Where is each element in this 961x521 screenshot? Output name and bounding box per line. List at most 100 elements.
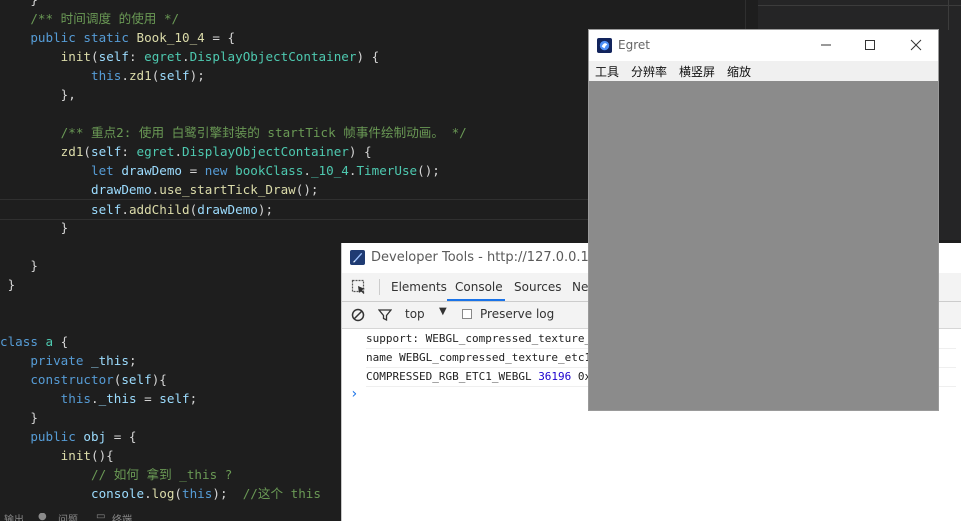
code-token: drawDemo — [91, 182, 152, 197]
code-token: . — [144, 486, 152, 501]
terminal-icon: ▭ — [96, 513, 106, 521]
code-token: init — [60, 49, 92, 64]
code-token: /** 重点2: 使用 白鹭引擎封装的 startTick 帧事件绘制动画。 *… — [0, 125, 467, 140]
menu-zoom[interactable]: 缩放 — [727, 63, 751, 80]
code-token: egret — [136, 144, 175, 159]
code-token: bookClass — [235, 163, 304, 178]
code-token: . — [91, 391, 99, 406]
code-token: constructor — [30, 372, 114, 387]
code-token: . — [303, 163, 311, 178]
code-token: use_startTick_Draw — [159, 182, 296, 197]
code-token: . — [121, 202, 129, 217]
tab-console[interactable]: Console — [455, 280, 503, 294]
code-token: private — [30, 353, 92, 368]
code-token: DisplayObjectContainer — [189, 49, 357, 64]
code-token: ){ — [151, 372, 167, 387]
code-token: TimerUse — [356, 163, 418, 178]
code-token: a — [45, 334, 54, 349]
code-token: //这个 this — [242, 486, 321, 501]
code-token: : — [121, 144, 137, 159]
preserve-log-checkbox[interactable] — [462, 309, 472, 319]
code-token: self — [121, 372, 152, 387]
code-token: } — [0, 277, 16, 292]
code-token: ); — [212, 486, 243, 501]
code-token: _this — [98, 391, 137, 406]
code-token: ) { — [348, 144, 372, 159]
code-token: new — [204, 163, 236, 178]
context-dropdown-icon[interactable]: ▼ — [439, 306, 447, 317]
egret-menubar: 工具 分辨率 横竖屏 缩放 — [589, 61, 938, 81]
problems-tab[interactable]: 问题 — [58, 513, 78, 521]
code-token: let — [91, 163, 122, 178]
devtools-title: Developer Tools - http://127.0.0.1:563 — [371, 250, 619, 265]
code-token: = { — [106, 429, 137, 444]
code-token: . — [121, 68, 129, 83]
code-token: = { — [204, 30, 236, 45]
code-token: { — [53, 334, 69, 349]
tab-elements[interactable]: Elements — [391, 280, 447, 294]
code-token: : — [128, 49, 145, 64]
code-token: = — [136, 391, 160, 406]
code-token: ; — [128, 353, 137, 368]
close-button[interactable] — [907, 36, 925, 54]
menu-resolution[interactable]: 分辨率 — [631, 63, 667, 80]
code-token: } — [0, 220, 69, 235]
egret-logo-icon — [597, 38, 612, 53]
code-token: (); — [417, 163, 440, 178]
code-token: ) { — [356, 49, 380, 64]
code-token: self — [159, 68, 190, 83]
code-token: this — [60, 391, 92, 406]
code-token: ( — [83, 144, 92, 159]
code-token: _10_4 — [310, 163, 349, 178]
code-line[interactable]: /** 时间调度 的使用 */ — [0, 9, 745, 28]
tab-sources[interactable]: Sources — [514, 280, 561, 294]
code-token: self — [98, 49, 129, 64]
code-token: DisplayObjectContainer — [182, 144, 349, 159]
preserve-log-label: Preserve log — [480, 307, 555, 321]
code-token: egret — [144, 49, 183, 64]
menu-tools[interactable]: 工具 — [595, 63, 619, 80]
terminal-tab[interactable]: 终端 — [112, 513, 132, 521]
code-token: log — [151, 486, 175, 501]
code-token: ( — [174, 486, 183, 501]
output-tab[interactable]: 输出 — [4, 513, 24, 521]
code-token: self — [91, 202, 122, 217]
code-token: this — [91, 68, 122, 83]
code-token: class — [0, 334, 46, 349]
code-token: ; — [189, 391, 198, 406]
code-token: Book_10_4 — [136, 30, 205, 45]
maximize-button[interactable] — [861, 36, 879, 54]
clear-console-icon[interactable] — [351, 308, 365, 322]
code-token: . — [174, 144, 183, 159]
code-token: drawDemo — [197, 202, 258, 217]
code-token: = — [182, 163, 205, 178]
menu-orientation[interactable]: 横竖屏 — [679, 63, 715, 80]
context-selector[interactable]: top — [405, 307, 425, 321]
egret-titlebar[interactable]: Egret — [589, 30, 938, 61]
console-prompt[interactable]: › — [350, 385, 358, 404]
code-token: . — [182, 49, 190, 64]
code-token: (); — [295, 182, 319, 197]
code-token: self — [159, 391, 190, 406]
egret-stage-canvas[interactable] — [589, 81, 938, 410]
code-token: drawDemo — [121, 163, 183, 178]
inspect-element-icon[interactable] — [351, 279, 367, 295]
code-token: public — [30, 429, 84, 444]
code-token: public static — [30, 30, 137, 45]
devtools-icon — [350, 250, 365, 265]
code-token: /** 时间调度 的使用 */ — [0, 11, 180, 26]
code-token: }, — [0, 87, 76, 102]
code-token: } — [0, 410, 38, 425]
minimize-button[interactable] — [817, 36, 835, 54]
filter-icon[interactable] — [378, 308, 392, 322]
code-line[interactable]: } — [0, 0, 745, 9]
code-token: // 如何 拿到 _this ? — [0, 467, 233, 482]
